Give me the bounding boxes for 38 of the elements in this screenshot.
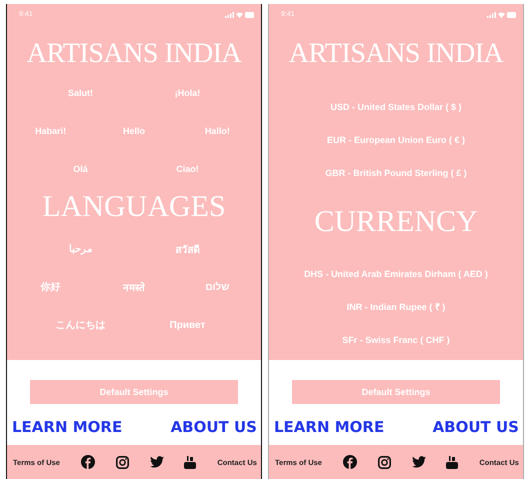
list-item[interactable]: Olá xyxy=(27,164,134,174)
list-item[interactable]: ¡Hola! xyxy=(134,88,241,98)
nav-link[interactable]: ABOUT US xyxy=(170,418,257,436)
list-item[interactable]: SFr - Swiss Franc ( CHF ) xyxy=(269,334,523,344)
list-item[interactable]: Salut! xyxy=(27,88,134,98)
bird-icon[interactable] xyxy=(150,456,164,468)
section-heading: LANGUAGES xyxy=(41,189,227,225)
facebook-icon[interactable] xyxy=(80,455,95,469)
app-title: ARTISANS INDIA xyxy=(26,37,242,71)
list-item[interactable]: Hallo! xyxy=(176,126,259,136)
camera-icon[interactable] xyxy=(378,456,391,468)
default-settings-button[interactable]: Default Settings xyxy=(30,380,238,404)
list-item[interactable]: שלום xyxy=(176,282,259,292)
list-item[interactable]: Привет xyxy=(134,320,241,330)
default-settings-button[interactable]: Default Settings xyxy=(292,380,500,404)
nav-link[interactable]: LEARN MORE xyxy=(274,418,384,436)
status-icons xyxy=(487,10,517,18)
list-item[interactable]: नमस्ते xyxy=(92,280,176,294)
facebook-icon[interactable] xyxy=(342,455,357,469)
list-item[interactable]: مرحبا xyxy=(27,243,134,255)
list-item[interactable]: GBR - British Pound Sterling ( £ ) xyxy=(269,168,523,178)
app-title: ARTISANS INDIA xyxy=(288,37,504,71)
list-item[interactable]: DHS - United Arab Emirates Dirham ( AED ) xyxy=(269,268,523,278)
list-item[interactable]: 你好 xyxy=(9,280,92,294)
list-item[interactable]: こんにちは xyxy=(27,318,134,332)
list-item[interactable]: Ciao! xyxy=(134,164,241,174)
list-item[interactable]: INR - Indian Rupee ( ₹ ) xyxy=(269,300,523,313)
nav-link[interactable]: LEARN MORE xyxy=(12,418,122,436)
list-item[interactable]: สวัสดี xyxy=(134,242,241,256)
bird-icon[interactable] xyxy=(412,456,426,468)
list-item[interactable]: EUR - European Union Euro ( € ) xyxy=(269,134,523,144)
nav-link[interactable]: ABOUT US xyxy=(432,418,519,436)
list-item[interactable]: Habari! xyxy=(9,126,92,136)
list-item[interactable]: Hello xyxy=(92,126,176,136)
camera-icon[interactable] xyxy=(116,456,129,468)
status-icons xyxy=(225,10,255,18)
list-item[interactable]: USD - United States Dollar ( $ ) xyxy=(269,102,523,112)
section-heading: CURRENCY xyxy=(313,204,479,240)
